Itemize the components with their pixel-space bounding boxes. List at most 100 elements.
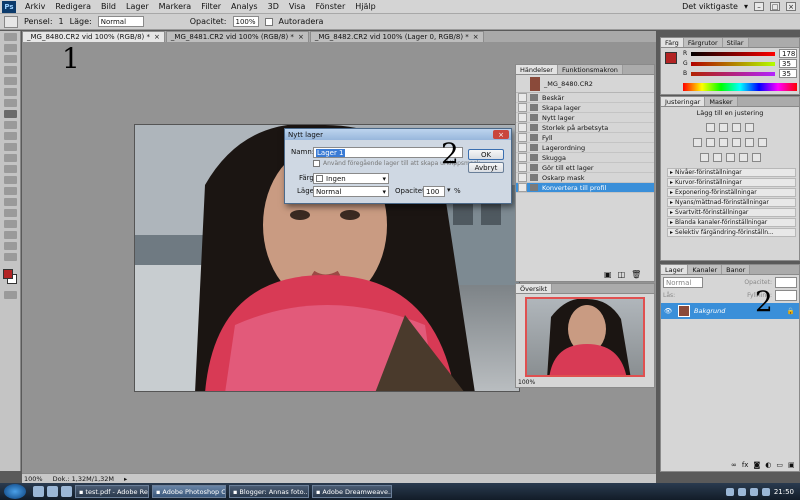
tab-channels[interactable]: Kanaler xyxy=(688,265,723,274)
tab-color[interactable]: Färg xyxy=(661,38,684,47)
eye-icon[interactable]: 👁 xyxy=(664,307,674,315)
fx-icon[interactable]: fx xyxy=(742,461,749,469)
curves-icon[interactable] xyxy=(732,123,741,132)
photo-filter-icon[interactable] xyxy=(745,138,754,147)
preset-item[interactable]: ▸ Blanda kanaler-förinställningar xyxy=(667,218,796,227)
navigator-zoom[interactable]: 100% xyxy=(518,379,535,386)
folder-icon[interactable]: ▭ xyxy=(776,461,783,469)
gradient-tool-icon[interactable] xyxy=(3,154,17,162)
history-brush-source[interactable] xyxy=(518,153,527,162)
chevron-right-icon[interactable]: ▸ xyxy=(124,475,127,483)
ok-button[interactable]: OK xyxy=(468,149,504,160)
taskbar-item[interactable]: ▪ Adobe Dreamweave... xyxy=(312,485,392,498)
foreground-color-swatch[interactable] xyxy=(665,52,677,64)
selective-color-icon[interactable] xyxy=(751,153,761,162)
eraser-tool-icon[interactable] xyxy=(3,143,17,151)
tray-icon[interactable] xyxy=(737,487,746,496)
channel-r-value[interactable]: 178 xyxy=(779,49,797,58)
channel-b-value[interactable]: 35 xyxy=(779,69,797,78)
path-select-tool-icon[interactable] xyxy=(3,209,17,217)
maximize-icon[interactable]: □ xyxy=(770,2,780,11)
history-item[interactable]: Lagerordning xyxy=(516,143,654,153)
color-balance-icon[interactable] xyxy=(719,138,728,147)
menu-hjalp[interactable]: Hjälp xyxy=(350,2,380,11)
posterize-icon[interactable] xyxy=(712,153,722,162)
opacity-field[interactable]: 100% xyxy=(232,16,259,27)
menu-markera[interactable]: Markera xyxy=(154,2,197,11)
history-brush-source[interactable] xyxy=(518,163,527,172)
threshold-icon[interactable] xyxy=(725,153,735,162)
close-icon[interactable]: × xyxy=(493,130,509,139)
blur-tool-icon[interactable] xyxy=(3,165,17,173)
channel-g-slider[interactable] xyxy=(691,62,775,66)
mask-icon[interactable]: ◙ xyxy=(753,461,760,469)
levels-icon[interactable] xyxy=(719,123,728,132)
dialog-titlebar[interactable]: Nytt lager × xyxy=(285,129,511,140)
menu-analys[interactable]: Analys xyxy=(226,2,263,11)
zoom-level[interactable]: 100% xyxy=(24,475,43,483)
clip-mask-checkbox[interactable] xyxy=(313,160,320,167)
tray-icon[interactable] xyxy=(749,487,758,496)
tray-icon[interactable] xyxy=(725,487,734,496)
color-spectrum[interactable] xyxy=(683,83,797,91)
channel-g-value[interactable]: 35 xyxy=(779,59,797,68)
dodge-tool-icon[interactable] xyxy=(3,176,17,184)
history-item[interactable]: Gör till ett lager xyxy=(516,163,654,173)
history-brush-source[interactable] xyxy=(518,93,527,102)
channel-b-slider[interactable] xyxy=(691,72,775,76)
tab-layers[interactable]: Lager xyxy=(661,265,689,274)
brush-size[interactable]: 1 xyxy=(59,17,64,26)
brightness-icon[interactable] xyxy=(706,123,715,132)
brush-tool-icon[interactable] xyxy=(3,110,17,118)
new-document-icon[interactable]: ▣ xyxy=(604,270,612,279)
close-icon[interactable]: × xyxy=(473,33,479,41)
black-white-icon[interactable] xyxy=(732,138,741,147)
doc-tab[interactable]: _MG_8481.CR2 vid 100% (RGB/8) * × xyxy=(165,31,309,42)
layer-name[interactable]: Bakgrund xyxy=(694,307,725,315)
menu-fonster[interactable]: Fönster xyxy=(310,2,350,11)
chevron-down-icon[interactable]: ▾ xyxy=(744,2,748,11)
menu-redigera[interactable]: Redigera xyxy=(50,2,96,11)
fill-input[interactable] xyxy=(775,290,797,301)
start-button[interactable] xyxy=(4,484,26,499)
opacity-stepper[interactable]: ▾ xyxy=(447,186,451,194)
healing-tool-icon[interactable] xyxy=(3,99,17,107)
clone-stamp-tool-icon[interactable] xyxy=(3,121,17,129)
crop-tool-icon[interactable] xyxy=(3,77,17,85)
eyedropper-tool-icon[interactable] xyxy=(3,88,17,96)
history-brush-source[interactable] xyxy=(518,123,527,132)
3d-tool-icon[interactable] xyxy=(3,231,17,239)
marquee-tool-icon[interactable] xyxy=(3,44,17,52)
quicklaunch-icon[interactable] xyxy=(47,486,58,497)
menu-filter[interactable]: Filter xyxy=(196,2,226,11)
tab-history[interactable]: Händelser xyxy=(516,65,558,74)
tab-paths[interactable]: Banor xyxy=(722,265,751,274)
history-brush-tool-icon[interactable] xyxy=(3,132,17,140)
mode-select[interactable]: Normal ▾ xyxy=(313,186,389,197)
channel-r-slider[interactable] xyxy=(691,52,775,56)
opacity-input[interactable]: 100 xyxy=(423,186,445,197)
channel-mixer-icon[interactable] xyxy=(758,138,767,147)
zoom-tool-icon[interactable] xyxy=(3,253,17,261)
volume-icon[interactable] xyxy=(761,487,770,496)
close-icon[interactable]: × xyxy=(298,33,304,41)
menu-bild[interactable]: Bild xyxy=(96,2,121,11)
history-item-selected[interactable]: Konvertera till profil xyxy=(516,183,654,193)
history-brush-source[interactable] xyxy=(518,133,527,142)
hue-saturation-icon[interactable] xyxy=(706,138,715,147)
tab-styles[interactable]: Stilar xyxy=(722,38,749,47)
type-tool-icon[interactable] xyxy=(3,198,17,206)
menu-arkiv[interactable]: Arkiv xyxy=(20,2,50,11)
history-brush-source[interactable] xyxy=(518,183,527,192)
tab-masks[interactable]: Masker xyxy=(705,97,738,106)
workspace-switcher[interactable]: Det viktigaste xyxy=(682,2,738,11)
preset-item[interactable]: ▸ Exponering-förinställningar xyxy=(667,188,796,197)
new-layer-icon[interactable]: ▣ xyxy=(788,461,795,469)
history-item[interactable]: Beskär xyxy=(516,93,654,103)
taskbar-item[interactable]: ▪ Blogger: Annas foto... xyxy=(229,485,309,498)
exposure-icon[interactable] xyxy=(745,123,754,132)
tab-swatches[interactable]: Färgrutor xyxy=(683,38,723,47)
brush-tool-icon[interactable] xyxy=(4,15,18,28)
preset-item[interactable]: ▸ Svartvitt-förinställningar xyxy=(667,208,796,217)
history-brush-source[interactable] xyxy=(518,103,527,112)
